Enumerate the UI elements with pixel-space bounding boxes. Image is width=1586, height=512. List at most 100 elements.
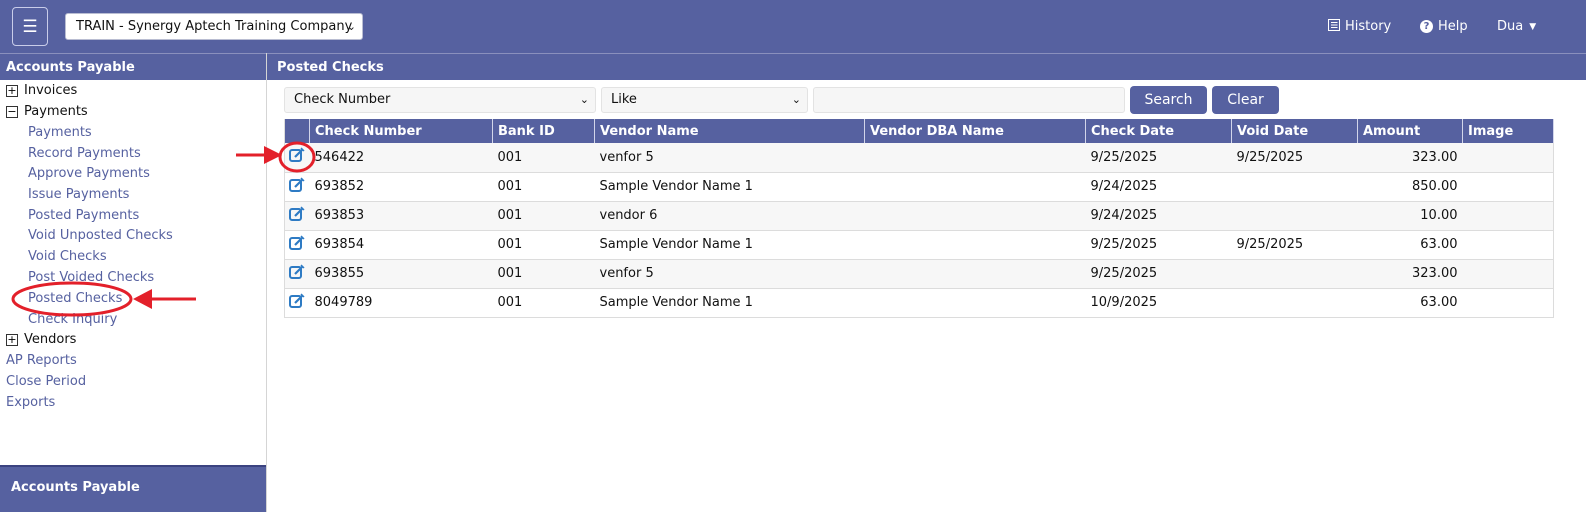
column-header-image[interactable]: Image xyxy=(1462,119,1554,143)
cell-check-number: 693854 xyxy=(309,230,493,260)
table-row[interactable]: 546422 001 venfor 5 9/25/2025 9/25/2025 323.0… xyxy=(284,143,1554,173)
help-link[interactable]: ? Help xyxy=(1420,0,1468,53)
search-input[interactable] xyxy=(813,87,1125,113)
sidebar-subitem-post-voided-checks[interactable]: Post Voided Checks xyxy=(0,268,260,288)
sidebar-item-ap-reports[interactable]: AP Reports xyxy=(0,351,260,371)
cell-bank-id: 001 xyxy=(492,172,595,202)
search-button[interactable]: Search xyxy=(1130,86,1207,114)
table-row[interactable]: 693854 001 Sample Vendor Name 1 9/25/2025 9/… xyxy=(284,230,1554,260)
cell-bank-id: 001 xyxy=(492,288,595,318)
sidebar-item-label: Close Period xyxy=(6,374,87,389)
cell-vendor-dba xyxy=(864,172,1086,202)
clear-button[interactable]: Clear xyxy=(1212,86,1279,114)
sidebar-subitem-label: Void Unposted Checks xyxy=(28,228,173,243)
company-select[interactable]: TRAIN - Synergy Aptech Training Company … xyxy=(65,13,363,40)
cell-vendor-name: venfor 5 xyxy=(594,259,865,289)
edit-cell[interactable] xyxy=(284,230,310,260)
question-circle-icon: ? xyxy=(1420,20,1433,33)
sidebar-subitem-payments[interactable]: Payments xyxy=(0,123,260,143)
edit-cell[interactable] xyxy=(284,143,310,173)
sidebar-subitem-label: Payments xyxy=(28,125,92,140)
cell-image xyxy=(1462,172,1554,202)
edit-cell[interactable] xyxy=(284,172,310,202)
cell-check-date: 9/25/2025 xyxy=(1085,143,1232,173)
table-row[interactable]: 693852 001 Sample Vendor Name 1 9/24/2025 85… xyxy=(284,172,1554,202)
sidebar-subitem-label: Check Inquiry xyxy=(28,312,118,327)
sidebar-subitem-approve-payments[interactable]: Approve Payments xyxy=(0,164,260,184)
sidebar-item-close-period[interactable]: Close Period xyxy=(0,372,260,392)
table-row[interactable]: 693853 001 vendor 6 9/24/2025 10.00 xyxy=(284,201,1554,231)
expand-icon[interactable]: + xyxy=(6,334,18,346)
sidebar-subitem-void-unposted-checks[interactable]: Void Unposted Checks xyxy=(0,226,260,246)
cell-vendor-name: Sample Vendor Name 1 xyxy=(594,288,865,318)
column-header-vendor-name[interactable]: Vendor Name xyxy=(594,119,865,143)
search-field-value: Check Number xyxy=(294,92,391,107)
table-row[interactable]: 8049789 001 Sample Vendor Name 1 10/9/2025 6… xyxy=(284,288,1554,318)
search-field-select[interactable]: Check Number ⌄ xyxy=(284,87,596,113)
cell-vendor-dba xyxy=(864,143,1086,173)
main-content: Posted Checks Check Number ⌄ Like ⌄ Sear… xyxy=(267,53,1586,512)
cell-check-date: 9/25/2025 xyxy=(1085,230,1232,260)
cell-bank-id: 001 xyxy=(492,259,595,289)
column-header-check-date[interactable]: Check Date xyxy=(1085,119,1232,143)
cell-vendor-name: venfor 5 xyxy=(594,143,865,173)
edit-icon[interactable] xyxy=(289,205,305,226)
edit-icon[interactable] xyxy=(289,292,305,313)
history-link[interactable]: History xyxy=(1328,0,1391,53)
sidebar-subitem-void-checks[interactable]: Void Checks xyxy=(0,247,260,267)
sidebar-subitem-posted-checks[interactable]: Posted Checks xyxy=(0,289,260,309)
user-menu[interactable]: Dua ▼ xyxy=(1497,0,1536,53)
help-label: Help xyxy=(1438,19,1468,34)
history-label: History xyxy=(1345,19,1392,34)
edit-icon[interactable] xyxy=(289,234,305,255)
cell-check-number: 693855 xyxy=(309,259,493,289)
cell-bank-id: 001 xyxy=(492,230,595,260)
column-header-bank-id[interactable]: Bank ID xyxy=(492,119,595,143)
sidebar-subitem-label: Record Payments xyxy=(28,146,141,161)
company-select-value: TRAIN - Synergy Aptech Training Company xyxy=(76,19,353,34)
edit-icon[interactable] xyxy=(289,147,305,167)
sidebar-item-invoices[interactable]: + Invoices xyxy=(0,81,260,101)
hamburger-menu-icon[interactable]: ☰ xyxy=(12,7,48,46)
cell-amount: 850.00 xyxy=(1357,172,1463,202)
sidebar-item-label: Exports xyxy=(6,395,56,410)
edit-cell[interactable] xyxy=(284,288,310,318)
sidebar-subitem-posted-payments[interactable]: Posted Payments xyxy=(0,206,260,226)
cell-void-date xyxy=(1231,288,1358,318)
sidebar-item-payments[interactable]: − Payments xyxy=(0,102,260,122)
sidebar-item-vendors[interactable]: + Vendors xyxy=(0,330,260,350)
sidebar-item-label: AP Reports xyxy=(6,353,77,368)
table-row[interactable]: 693855 001 venfor 5 9/25/2025 323.00 xyxy=(284,259,1554,289)
cell-image xyxy=(1462,230,1554,260)
edit-icon[interactable] xyxy=(289,263,305,284)
column-header-check-number[interactable]: Check Number xyxy=(309,119,493,143)
sidebar-item-exports[interactable]: Exports xyxy=(0,393,260,413)
page-title: Posted Checks xyxy=(267,53,1586,80)
sidebar-subitem-label: Issue Payments xyxy=(28,187,130,202)
cell-check-number: 8049789 xyxy=(309,288,493,318)
sidebar-footer[interactable]: Accounts Payable xyxy=(0,465,266,512)
sidebar-subitem-check-inquiry[interactable]: Check Inquiry xyxy=(0,310,260,330)
edit-cell[interactable] xyxy=(284,201,310,231)
sidebar-item-label: Vendors xyxy=(24,332,77,347)
table-header-row: Check Number Bank ID Vendor Name Vendor … xyxy=(284,119,1554,143)
sidebar-subitem-record-payments[interactable]: Record Payments xyxy=(0,144,260,164)
column-header-vendor-dba-name[interactable]: Vendor DBA Name xyxy=(864,119,1086,143)
cell-amount: 63.00 xyxy=(1357,230,1463,260)
collapse-icon[interactable]: − xyxy=(6,106,18,118)
sidebar-subitem-issue-payments[interactable]: Issue Payments xyxy=(0,185,260,205)
sidebar-subitem-label: Post Voided Checks xyxy=(28,270,155,285)
cell-check-number: 693852 xyxy=(309,172,493,202)
search-operator-select[interactable]: Like ⌄ xyxy=(601,87,808,113)
cell-vendor-dba xyxy=(864,230,1086,260)
expand-icon[interactable]: + xyxy=(6,85,18,97)
cell-void-date xyxy=(1231,201,1358,231)
column-header-void-date[interactable]: Void Date xyxy=(1231,119,1358,143)
search-operator-value: Like xyxy=(611,92,637,107)
cell-check-number: 546422 xyxy=(309,143,493,173)
cell-void-date: 9/25/2025 xyxy=(1231,230,1358,260)
column-header-amount[interactable]: Amount xyxy=(1357,119,1463,143)
edit-icon[interactable] xyxy=(289,176,305,197)
edit-cell[interactable] xyxy=(284,259,310,289)
table-body: 546422 001 venfor 5 9/25/2025 9/25/2025 323.0… xyxy=(284,143,1554,318)
